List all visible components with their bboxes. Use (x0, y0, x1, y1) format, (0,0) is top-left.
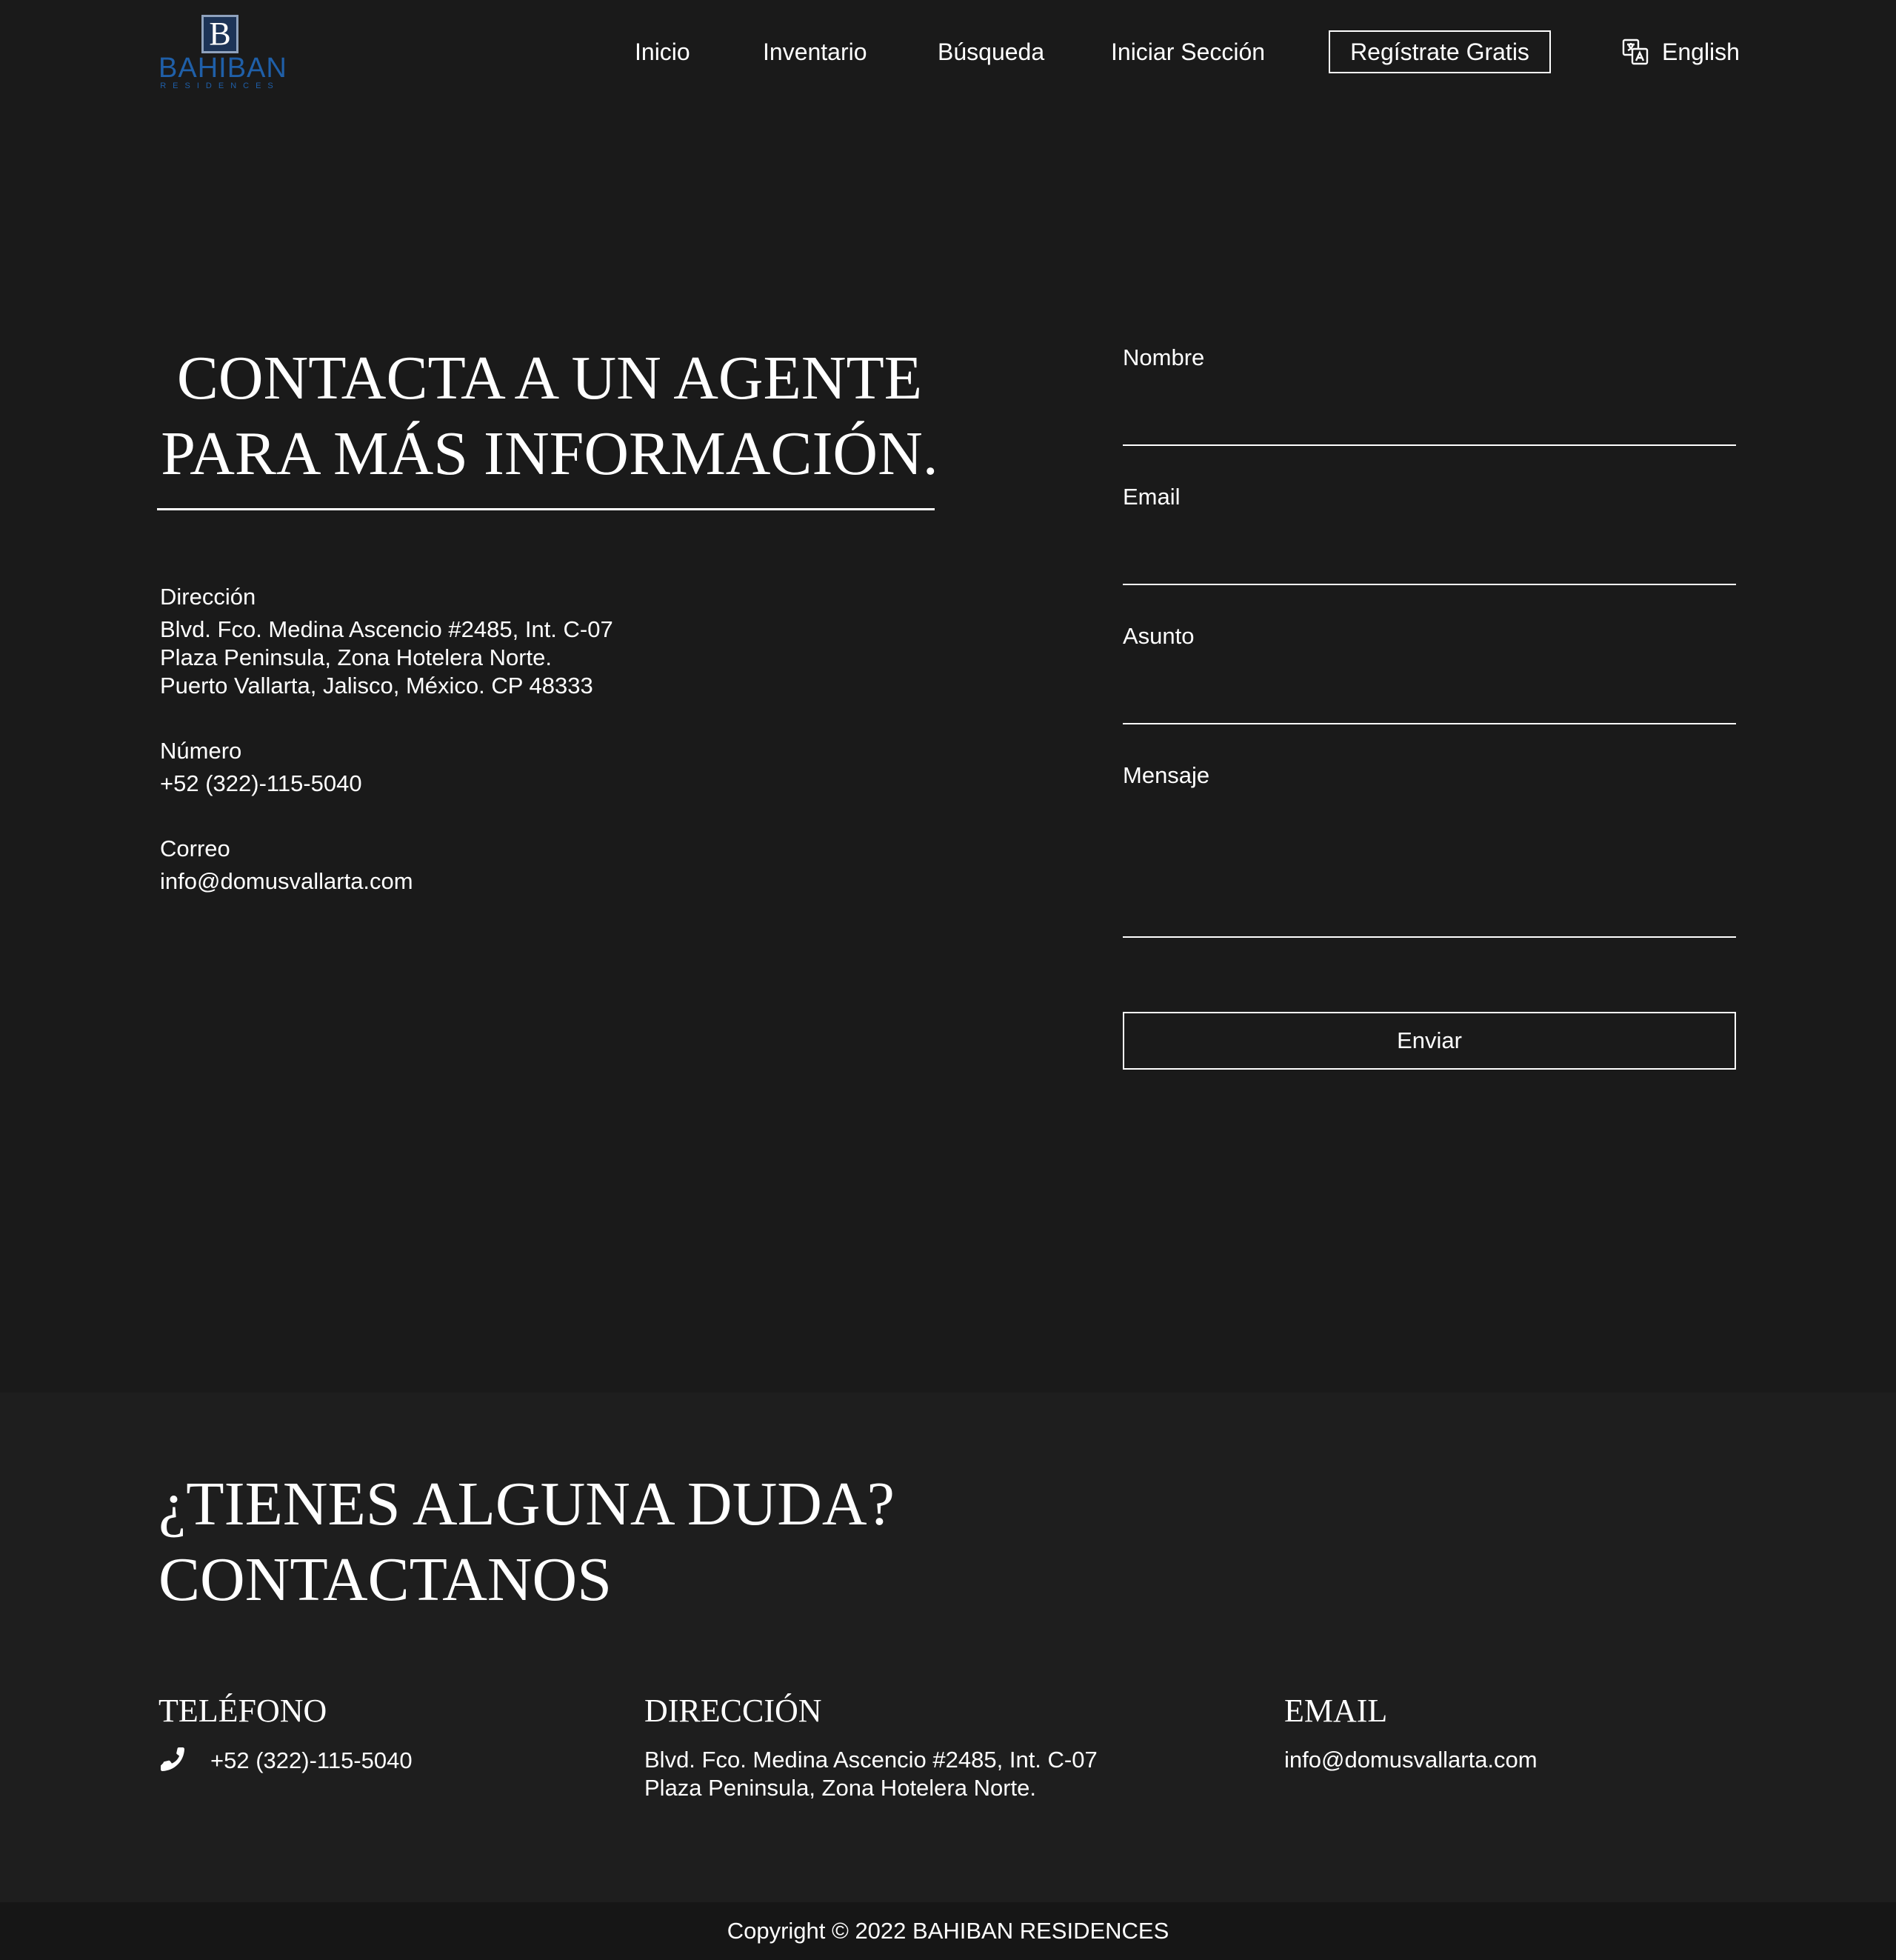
nav-busqueda[interactable]: Búsqueda (938, 31, 1044, 73)
footer-title: ¿TIENES ALGUNA DUDA? CONTACTANOS (158, 1467, 895, 1618)
footer-title-line1: ¿TIENES ALGUNA DUDA? (158, 1470, 895, 1539)
subject-label: Asunto (1123, 623, 1195, 649)
footer-address-line: Plaza Peninsula, Zona Hotelera Norte. (644, 1775, 1037, 1801)
logo-tagline: RESIDENCES (160, 81, 280, 90)
footer-email-heading: EMAIL (1284, 1693, 1388, 1729)
footer-email-link[interactable]: info@domusvallarta.com (1284, 1746, 1538, 1774)
title-divider (157, 508, 935, 510)
subject-field[interactable] (1123, 656, 1736, 724)
language-label: English (1662, 38, 1740, 65)
name-label: Nombre (1123, 344, 1205, 370)
contact-title-line2: PARA MÁS INFORMACIÓN. (161, 419, 938, 488)
message-label: Mensaje (1123, 762, 1210, 788)
contact-title: CONTACTA A UN AGENTE PARA MÁS INFORMACIÓ… (157, 341, 942, 492)
contact-title-line1: CONTACTA A UN AGENTE (176, 344, 923, 413)
site-header: B BAHIBAN RESIDENCES Inicio Inventario B… (0, 0, 1896, 104)
logo[interactable]: B BAHIBAN RESIDENCES (158, 13, 287, 90)
register-button[interactable]: Regístrate Gratis (1329, 30, 1551, 73)
nav-inicio[interactable]: Inicio (635, 31, 690, 73)
nav-iniciar-seccion[interactable]: Iniciar Sección (1111, 31, 1265, 73)
submit-button[interactable]: Enviar (1123, 1012, 1736, 1070)
email-field[interactable] (1123, 517, 1736, 585)
address-line: Plaza Peninsula, Zona Hotelera Norte. (160, 644, 553, 670)
language-switcher[interactable]: English (1622, 31, 1740, 73)
email-field-label: Email (1123, 484, 1181, 510)
footer-phone-heading: TELÉFONO (158, 1693, 327, 1729)
footer-address-line: Blvd. Fco. Medina Ascencio #2485, Int. C… (644, 1747, 1098, 1773)
email-label: Correo (160, 836, 230, 861)
message-field[interactable] (1123, 796, 1736, 938)
footer-phone-link[interactable]: +52 (322)-115-5040 (210, 1747, 413, 1775)
name-field[interactable] (1123, 378, 1736, 446)
footer-address-heading: DIRECCIÓN (644, 1693, 822, 1729)
phone-icon (161, 1747, 184, 1771)
logo-name: BAHIBAN (158, 53, 287, 84)
translate-icon (1622, 39, 1649, 65)
copyright-bar: Copyright © 2022 BAHIBAN RESIDENCES (0, 1902, 1896, 1960)
address-line: Blvd. Fco. Medina Ascencio #2485, Int. C… (160, 616, 613, 642)
address-line: Puerto Vallarta, Jalisco, México. CP 483… (160, 673, 593, 699)
phone-label: Número (160, 738, 242, 764)
email-link[interactable]: info@domusvallarta.com (160, 867, 413, 896)
address-label: Dirección (160, 584, 256, 610)
nav-inventario[interactable]: Inventario (763, 31, 867, 73)
copyright-text: Copyright © 2022 BAHIBAN RESIDENCES (727, 1918, 1169, 1944)
phone-link[interactable]: +52 (322)-115-5040 (160, 770, 362, 798)
logo-mark: B (201, 15, 238, 53)
footer-title-line2: CONTACTANOS (158, 1545, 612, 1614)
